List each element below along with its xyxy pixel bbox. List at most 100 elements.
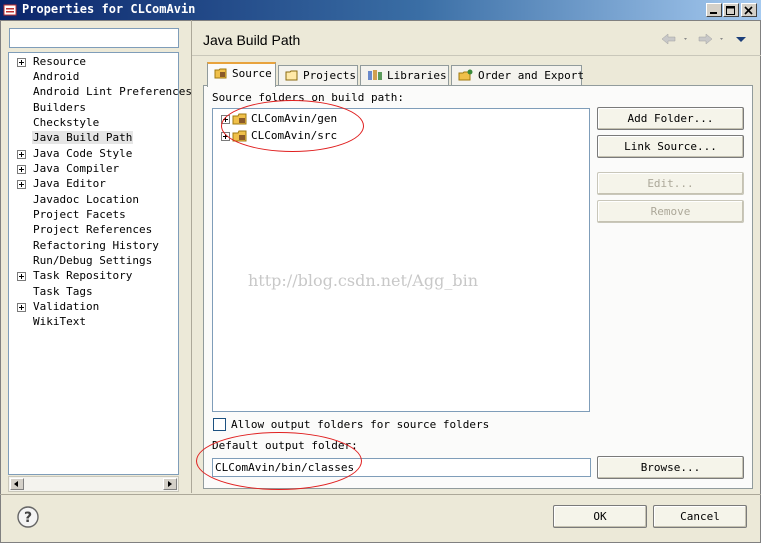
nav-item-label: WikiText: [33, 315, 86, 328]
tab-order-export[interactable]: Order and Export: [451, 65, 584, 86]
add-folder-button[interactable]: Add Folder...: [597, 107, 744, 130]
tab-label: Projects: [303, 69, 356, 82]
minimize-icon: [710, 12, 717, 14]
source-folder-label: CLComAvin/gen: [251, 112, 338, 125]
nav-item-java-compiler[interactable]: Java Compiler: [17, 161, 120, 176]
source-folders-tree[interactable]: CLComAvin/gen CLComAvin/src: [212, 108, 590, 412]
properties-window-icon: [3, 3, 17, 17]
close-icon: [744, 6, 753, 15]
expand-icon[interactable]: [17, 179, 26, 189]
nav-item-resource[interactable]: Resource: [17, 54, 87, 69]
watermark-text: http://blog.csdn.net/Agg_bin: [248, 271, 478, 290]
nav-item-validation[interactable]: Validation: [17, 299, 100, 314]
nav-item-label: Java Code Style: [33, 147, 133, 160]
help-button[interactable]: ?: [16, 505, 40, 529]
expand-icon[interactable]: [221, 114, 230, 124]
source-folder-icon: [232, 113, 247, 125]
nav-item-java-editor[interactable]: Java Editor: [17, 176, 107, 191]
expand-icon[interactable]: [17, 271, 26, 281]
ok-button[interactable]: OK: [553, 505, 647, 528]
source-folder-row[interactable]: CLComAvin/src: [221, 128, 337, 144]
nav-item-label: Android Lint Preferences: [33, 85, 192, 98]
nav-item-label: Android: [33, 70, 80, 83]
sash-divider[interactable]: [191, 20, 192, 493]
nav-item-android[interactable]: Android: [17, 69, 80, 84]
page-title: Java Build Path: [203, 32, 301, 48]
nav-item-label: Builders: [33, 101, 86, 114]
expand-icon[interactable]: [17, 149, 26, 159]
minimize-button[interactable]: [706, 3, 722, 17]
filter-input[interactable]: [9, 28, 179, 48]
arrow-right-icon: [168, 481, 172, 487]
default-output-folder-label: Default output folder:: [212, 439, 358, 452]
nav-item-java-build-path[interactable]: Java Build Path: [17, 130, 134, 145]
nav-item-java-code-style[interactable]: Java Code Style: [17, 146, 133, 161]
expand-icon[interactable]: [17, 57, 26, 67]
expand-icon[interactable]: [221, 131, 230, 141]
nav-item-label: Task Repository: [33, 269, 133, 282]
nav-item-label: Checkstyle: [33, 116, 100, 129]
maximize-button[interactable]: [723, 3, 739, 17]
nav-item-label: Project References: [33, 223, 153, 236]
window-title: Properties for CLComAvin: [22, 2, 196, 16]
bottom-separator: [0, 494, 761, 495]
nav-item-builders[interactable]: Builders: [17, 100, 87, 115]
nav-item-run-debug-settings[interactable]: Run/Debug Settings: [17, 253, 153, 268]
source-folders-label: Source folders on build path:: [212, 91, 405, 104]
scroll-left-button[interactable]: [10, 478, 24, 490]
edit-button[interactable]: Edit...: [597, 172, 744, 195]
expand-icon[interactable]: [17, 164, 26, 174]
nav-item-label: Resource: [33, 55, 86, 68]
tab-label: Libraries: [387, 69, 447, 82]
nav-item-label: Java Compiler: [33, 162, 120, 175]
tab-source[interactable]: Source: [207, 62, 276, 87]
back-forward-arrows-icon[interactable]: [660, 30, 752, 48]
nav-item-task-repository[interactable]: Task Repository: [17, 268, 133, 283]
maximize-icon: [726, 6, 735, 15]
allow-output-folders-checkbox[interactable]: [213, 418, 226, 431]
default-output-folder-field[interactable]: CLComAvin/bin/classes: [212, 458, 591, 477]
nav-item-android-lint[interactable]: Android Lint Preferences: [17, 84, 193, 99]
nav-item-label: Task Tags: [33, 285, 93, 298]
allow-output-folders-label: Allow output folders for source folders: [231, 418, 490, 431]
nav-item-label: Java Editor: [33, 177, 106, 190]
header-separator: [192, 55, 761, 56]
nav-item-project-references[interactable]: Project References: [17, 222, 153, 237]
source-folder-label: CLComAvin/src: [251, 129, 338, 142]
tab-libraries[interactable]: Libraries: [360, 65, 449, 86]
nav-item-project-facets[interactable]: Project Facets: [17, 207, 127, 222]
property-page-tree[interactable]: Resource Android Android Lint Preference…: [8, 52, 192, 475]
nav-item-checkstyle[interactable]: Checkstyle: [17, 115, 100, 130]
browse-button[interactable]: Browse...: [597, 456, 744, 479]
nav-item-label: Refactoring History: [33, 239, 159, 252]
close-button[interactable]: [741, 3, 757, 17]
nav-item-javadoc-location[interactable]: Javadoc Location: [17, 192, 140, 207]
history-navigation[interactable]: [660, 30, 752, 48]
expand-icon[interactable]: [17, 302, 26, 312]
link-source-button[interactable]: Link Source...: [597, 135, 744, 158]
nav-item-label: Javadoc Location: [33, 193, 139, 206]
source-folder-icon: [214, 68, 227, 79]
source-folder-row[interactable]: CLComAvin/gen: [221, 111, 337, 127]
horizontal-scrollbar[interactable]: [8, 476, 179, 492]
projects-icon: [285, 70, 298, 81]
nav-item-label: Run/Debug Settings: [33, 254, 153, 267]
remove-button[interactable]: Remove: [597, 200, 744, 223]
cancel-button[interactable]: Cancel: [653, 505, 747, 528]
help-icon: ?: [17, 506, 39, 528]
scroll-right-button[interactable]: [163, 478, 177, 490]
tab-projects[interactable]: Projects: [278, 65, 358, 86]
nav-item-label: Validation: [33, 300, 100, 313]
source-folder-icon: [232, 130, 247, 142]
nav-item-label: Java Build Path: [32, 131, 134, 144]
nav-item-refactoring-history[interactable]: Refactoring History: [17, 238, 160, 253]
nav-item-label: Project Facets: [33, 208, 126, 221]
tab-label: Order and Export: [478, 69, 584, 82]
svg-text:?: ?: [24, 510, 32, 526]
arrow-left-icon: [14, 481, 18, 487]
title-bar[interactable]: Properties for CLComAvin: [0, 0, 761, 20]
tab-label: Source: [232, 67, 272, 80]
nav-item-task-tags[interactable]: Task Tags: [17, 284, 94, 299]
nav-item-wikitext[interactable]: WikiText: [17, 314, 87, 329]
libraries-icon: [368, 70, 382, 80]
